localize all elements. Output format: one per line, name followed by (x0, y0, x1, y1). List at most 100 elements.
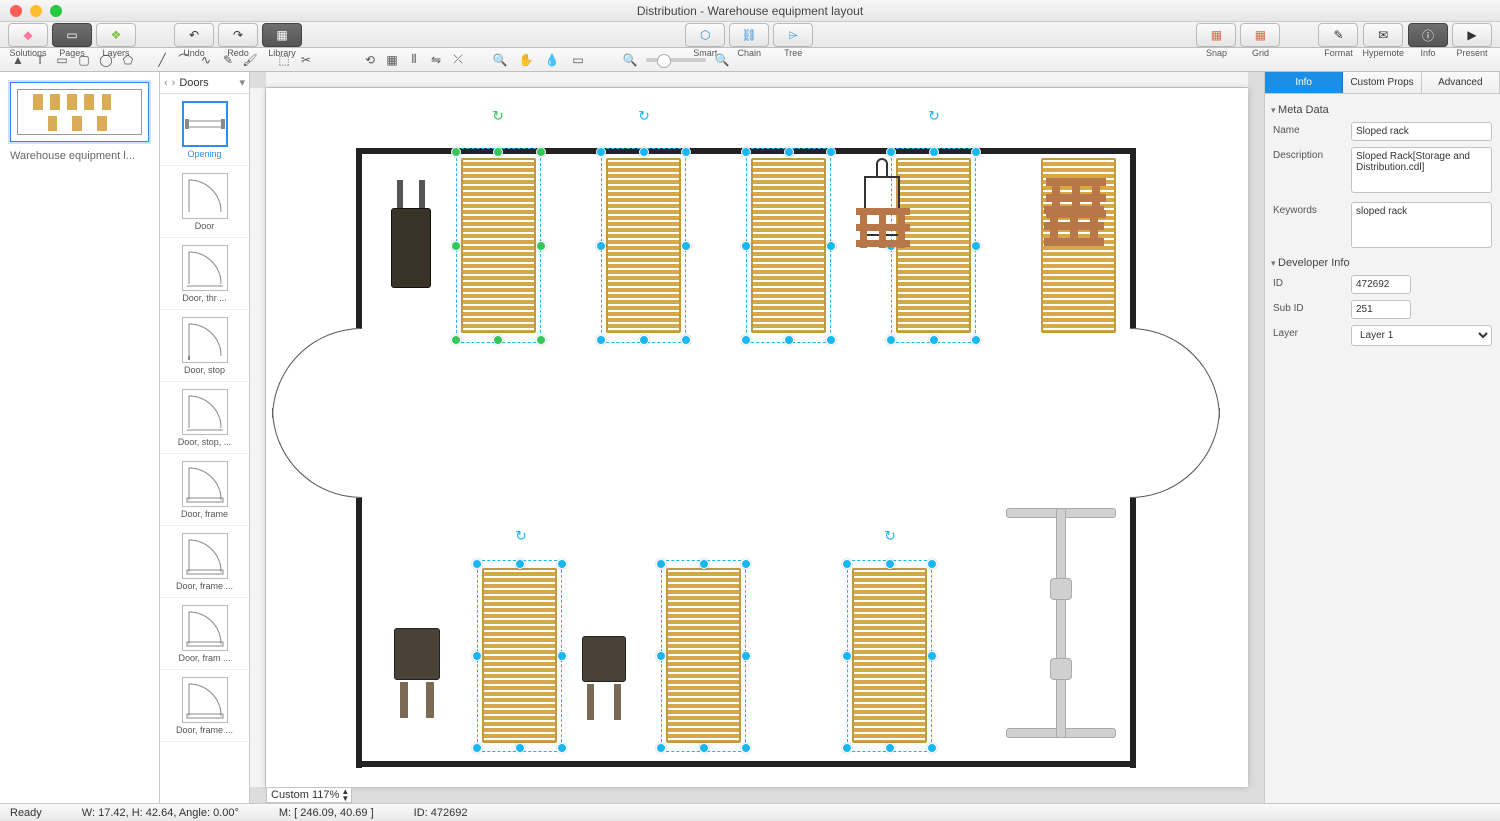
name-label: Name (1273, 122, 1345, 136)
stencil-door-thr[interactable]: Door, thr ... (160, 238, 249, 310)
snap-button[interactable]: ▦ (1196, 23, 1236, 47)
status-id: ID: 472692 (414, 807, 468, 819)
hypernote-icon: ✉ (1376, 28, 1390, 42)
zoom-picker[interactable]: Custom 117%▲▼ (266, 787, 352, 803)
zoom-in-btn[interactable]: 🔍 (712, 50, 732, 70)
stencil-opening[interactable]: Opening (160, 94, 249, 166)
library-header[interactable]: ‹ › Doors ▾ (160, 72, 249, 94)
selection-rack-1 (456, 148, 541, 343)
page-icon[interactable]: ▭ (568, 50, 588, 70)
wall-right-lower[interactable] (1130, 498, 1136, 768)
stencil-door-frame[interactable]: Door, frame (160, 454, 249, 526)
present-button[interactable]: ▶ (1452, 23, 1492, 47)
smart-button[interactable]: ⬡ (685, 23, 725, 47)
section-meta[interactable]: Meta Data (1271, 104, 1492, 116)
stencil-door-stop[interactable]: Door, stop (160, 310, 249, 382)
rotate-handle[interactable]: ↻ (515, 528, 527, 545)
stencil-list[interactable]: Opening Door Door, thr ... Door, stop Do… (160, 94, 249, 803)
break-tool[interactable]: ⤫ (448, 50, 468, 70)
undo-button[interactable]: ↶ (174, 23, 214, 47)
tab-info[interactable]: Info (1265, 72, 1343, 93)
layers-button[interactable]: ❖ (96, 23, 136, 47)
align-tool[interactable]: ▦ (382, 50, 402, 70)
wall-right-upper[interactable] (1130, 148, 1136, 328)
next-lib-icon[interactable]: › (172, 77, 176, 89)
callout-tool[interactable]: ⬠ (118, 50, 138, 70)
stencil-door-frame3[interactable]: Door, frame ... (160, 670, 249, 742)
stencil-door-frame2[interactable]: Door, frame ... (160, 526, 249, 598)
rotate-handle[interactable]: ↻ (492, 108, 504, 125)
wall-left-lower[interactable] (356, 498, 362, 768)
prev-lib-icon[interactable]: ‹ (164, 77, 168, 89)
canvas-area[interactable]: ↻ ↻ ↻ ↻ (250, 72, 1264, 803)
tab-advanced[interactable]: Advanced (1422, 72, 1500, 93)
dropper-icon[interactable]: 💧 (542, 50, 562, 70)
hypernote-button[interactable]: ✉ (1363, 23, 1403, 47)
pallet-jack-2[interactable] (582, 636, 626, 720)
description-field[interactable]: Sloped Rack[Storage and Distribution.cdl… (1351, 147, 1492, 193)
page-thumbnail[interactable] (10, 82, 149, 142)
rect-tool[interactable]: ▭ (52, 50, 72, 70)
chain-button[interactable]: ⛓ (729, 23, 769, 47)
crop-tool[interactable]: ⬚ (274, 50, 294, 70)
clip-tool[interactable]: ✂ (296, 50, 316, 70)
rotate-tool[interactable]: ⟲ (360, 50, 380, 70)
keywords-field[interactable]: sloped rack (1351, 202, 1492, 248)
pages-button[interactable]: ▭ (52, 23, 92, 47)
description-label: Description (1273, 147, 1345, 161)
section-developer[interactable]: Developer Info (1271, 257, 1492, 269)
layer-select[interactable]: Layer 1 (1351, 325, 1492, 346)
inspector-tabs: Info Custom Props Advanced (1265, 72, 1500, 94)
redo-button[interactable]: ↷ (218, 23, 258, 47)
library-title: Doors (179, 77, 208, 89)
forklift-1[interactable] (391, 208, 431, 288)
door-right-upper[interactable] (1130, 328, 1220, 418)
pan-icon[interactable]: ✋ (516, 50, 536, 70)
door-left-lower[interactable] (272, 408, 362, 498)
paint-tool[interactable]: 🖌 (240, 50, 260, 70)
stencil-door[interactable]: Door (160, 166, 249, 238)
snap-icon: ▦ (1209, 28, 1223, 42)
rotate-handle[interactable]: ↻ (638, 108, 650, 125)
lib-menu-icon[interactable]: ▾ (239, 76, 245, 89)
rotate-handle[interactable]: ↻ (928, 108, 940, 125)
text-tool[interactable]: T (30, 50, 50, 70)
wall-bottom[interactable] (356, 761, 1136, 767)
stencil-door-stop2[interactable]: Door, stop, ... (160, 382, 249, 454)
drawing-page[interactable]: ↻ ↻ ↻ ↻ (266, 88, 1248, 787)
pallet-3[interactable] (856, 208, 910, 248)
library-button[interactable]: ▦ (262, 23, 302, 47)
id-field[interactable] (1351, 275, 1411, 294)
format-button[interactable]: ✎ (1318, 23, 1358, 47)
flip-tool[interactable]: ⇋ (426, 50, 446, 70)
name-field[interactable] (1351, 122, 1492, 141)
selection-rack-7 (661, 560, 746, 752)
solutions-button[interactable]: ◆ (8, 23, 48, 47)
spline-tool[interactable]: ∿ (196, 50, 216, 70)
pallet-jack-1[interactable] (394, 628, 440, 718)
distribute-tool[interactable]: ⫴ (404, 50, 424, 70)
zoom-out-btn[interactable]: 🔍 (620, 50, 640, 70)
page-label: Warehouse equipment l... (10, 150, 149, 162)
scissor-lift[interactable] (1006, 508, 1116, 738)
door-right-lower[interactable] (1130, 408, 1220, 498)
layers-icon: ❖ (109, 28, 123, 42)
stencil-door-fram[interactable]: Door, fram ... (160, 598, 249, 670)
subid-field[interactable] (1351, 300, 1411, 319)
rotate-handle[interactable]: ↻ (884, 528, 896, 545)
zoom-slider[interactable] (646, 58, 706, 62)
select-tool[interactable]: ▲ (8, 50, 28, 70)
ellipse-tool[interactable]: ◯ (96, 50, 116, 70)
wall-left-upper[interactable] (356, 148, 362, 328)
tab-custom-props[interactable]: Custom Props (1343, 72, 1421, 93)
info-button[interactable]: ⓘ (1408, 23, 1448, 47)
roundrect-tool[interactable]: ▢ (74, 50, 94, 70)
zoom-out-icon[interactable]: 🔍 (490, 50, 510, 70)
arc-tool[interactable]: ⌒ (174, 50, 194, 70)
pallet-2[interactable] (1044, 206, 1104, 246)
grid-button[interactable]: ▦ (1240, 23, 1280, 47)
line-tool[interactable]: ╱ (152, 50, 172, 70)
pen-tool[interactable]: ✎ (218, 50, 238, 70)
door-left-upper[interactable] (272, 328, 362, 418)
tree-button[interactable]: ⌲ (773, 23, 813, 47)
